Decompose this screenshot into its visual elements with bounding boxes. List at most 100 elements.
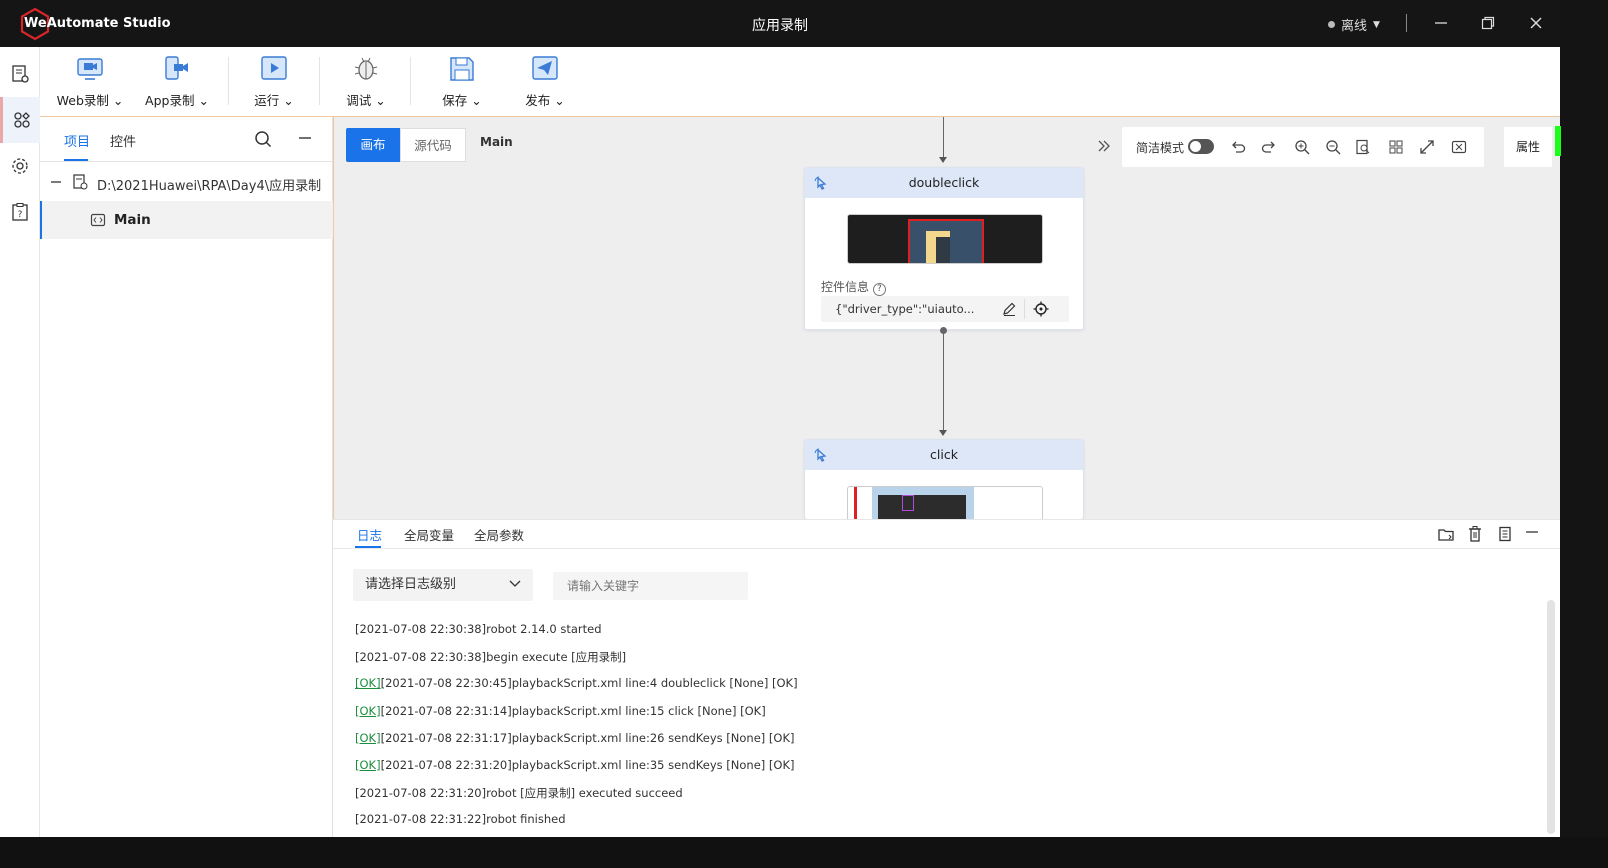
- node-title: doubleclick: [908, 175, 980, 190]
- save-button[interactable]: 保存 ⌄: [422, 53, 502, 111]
- app-record-label: App录制 ⌄: [145, 93, 209, 108]
- debug-button[interactable]: 调试 ⌄: [326, 53, 406, 111]
- node-header: click: [805, 440, 1083, 470]
- settings-nav-button[interactable]: [0, 143, 40, 189]
- debug-label: 调试 ⌄: [346, 93, 386, 108]
- save-icon: [448, 55, 476, 83]
- attributes-button[interactable]: 属性: [1504, 127, 1552, 167]
- minimize-panel-icon[interactable]: [1525, 526, 1539, 540]
- log-text: [2021-07-08 22:31:20]robot [应用录制] execut…: [355, 786, 683, 801]
- tree-item-main[interactable]: Main: [40, 201, 333, 239]
- play-icon: [260, 55, 288, 83]
- app-window: WeAutomate Studio 应用录制 离线 ▼ ? Web录制 ⌄ Ap…: [0, 0, 1560, 868]
- tab-project[interactable]: 项目: [64, 131, 90, 150]
- log-level-select[interactable]: 请选择日志级别: [353, 569, 533, 601]
- svg-text:?: ?: [18, 210, 23, 220]
- log-line: [OK][2021-07-08 22:31:17]playbackScript.…: [355, 731, 795, 745]
- trash-icon[interactable]: [1467, 525, 1483, 543]
- tree-root-node[interactable]: D:\2021Huawei\RPA\Day4\应用录制: [40, 169, 333, 199]
- publish-button[interactable]: 发布 ⌄: [505, 53, 585, 111]
- save-label: 保存 ⌄: [442, 93, 482, 108]
- toolbar-divider: [319, 57, 320, 105]
- minimize-button[interactable]: [1430, 12, 1452, 34]
- fit-view-icon[interactable]: [1353, 137, 1373, 157]
- log-level-placeholder: 请选择日志级别: [365, 577, 457, 592]
- log-scrollbar[interactable]: [1547, 600, 1555, 834]
- panel-divider: [40, 161, 333, 162]
- document-icon[interactable]: [1497, 526, 1513, 542]
- log-line: [2021-07-08 22:30:38]begin execute [应用录制…: [355, 649, 626, 665]
- keyword-search-input[interactable]: [553, 572, 748, 600]
- simple-mode-toggle[interactable]: [1188, 139, 1214, 154]
- target-crosshair-icon[interactable]: [1033, 301, 1049, 317]
- redo-icon[interactable]: [1259, 137, 1279, 157]
- undo-icon[interactable]: [1228, 137, 1248, 157]
- design-canvas[interactable]: 画布 源代码 Main 简洁模式 属性 doubleclick 控件信息 ? {…: [333, 117, 1560, 522]
- help-nav-button[interactable]: ?: [0, 189, 40, 235]
- simple-mode-label: 简洁模式: [1136, 141, 1185, 155]
- components-icon: [13, 112, 30, 128]
- desktop-edge: [1555, 0, 1608, 868]
- ok-link[interactable]: [OK]: [355, 758, 381, 772]
- canvas-toolbar: 简洁模式: [1122, 127, 1484, 167]
- edit-pencil-icon[interactable]: [1001, 301, 1017, 317]
- log-text: [2021-07-08 22:31:20]playbackScript.xml …: [380, 758, 795, 772]
- flow-node-doubleclick[interactable]: doubleclick 控件信息 ? {"driver_type":"uiaut…: [804, 167, 1084, 330]
- status-label: 离线: [1341, 19, 1368, 34]
- tab-source-code[interactable]: 源代码: [400, 128, 466, 162]
- collapse-panel-icon[interactable]: [298, 130, 312, 148]
- flow-connector: [943, 117, 944, 159]
- node-header: doubleclick: [805, 168, 1083, 198]
- chevron-down-icon: ⌄: [198, 93, 209, 108]
- layout-icon[interactable]: [1386, 137, 1406, 157]
- main-file-label: Main: [114, 212, 151, 228]
- collapse-minus-icon[interactable]: [50, 176, 62, 188]
- chevron-down-icon: [509, 578, 521, 590]
- project-panel: 项目 控件 D:\2021Huawei\RPA\Day4\应用录制 Main: [40, 117, 333, 837]
- mouse-click-icon: [813, 175, 829, 191]
- app-record-button[interactable]: App录制 ⌄: [137, 53, 217, 111]
- tab-global-parameters[interactable]: 全局参数: [474, 525, 524, 544]
- restore-button[interactable]: [1477, 12, 1499, 34]
- control-screenshot: [847, 214, 1043, 264]
- project-nav-button[interactable]: [0, 51, 40, 97]
- log-text: [2021-07-08 22:31:14]playbackScript.xml …: [380, 703, 766, 718]
- ok-link[interactable]: [OK]: [355, 731, 381, 745]
- chevron-down-icon: ⌄: [112, 93, 124, 108]
- control-info-value: {"driver_type":"uiauto...: [835, 302, 975, 316]
- log-line: [2021-07-08 22:30:38]robot 2.14.0 starte…: [355, 622, 602, 636]
- ok-link[interactable]: [OK]: [355, 676, 381, 690]
- flow-node-click[interactable]: click: [804, 439, 1084, 522]
- run-button[interactable]: 运行 ⌄: [234, 53, 314, 111]
- app-record-icon: [163, 55, 191, 83]
- tab-main-file[interactable]: Main: [480, 128, 513, 156]
- clear-canvas-icon[interactable]: [1449, 137, 1469, 157]
- log-text: [2021-07-08 22:31:17]playbackScript.xml …: [380, 730, 795, 745]
- close-button[interactable]: [1525, 12, 1547, 34]
- green-marker: [1555, 126, 1561, 156]
- web-record-button[interactable]: Web录制 ⌄: [50, 53, 130, 111]
- title-bar: WeAutomate Studio 应用录制 离线 ▼: [0, 0, 1560, 47]
- run-label: 运行 ⌄: [254, 93, 294, 108]
- ok-link[interactable]: [OK]: [355, 704, 381, 718]
- components-nav-button[interactable]: [0, 97, 40, 143]
- search-icon[interactable]: [254, 130, 272, 148]
- double-chevron-right-icon[interactable]: [1096, 138, 1112, 154]
- control-info-label: 控件信息 ?: [821, 278, 886, 296]
- gear-icon: [12, 158, 28, 174]
- clipboard-help-icon: ?: [12, 203, 28, 221]
- log-line: [OK][2021-07-08 22:31:14]playbackScript.…: [355, 704, 766, 718]
- control-info-field[interactable]: {"driver_type":"uiauto...: [821, 296, 1069, 322]
- title-divider: [1406, 14, 1407, 32]
- tab-control[interactable]: 控件: [110, 131, 136, 150]
- tab-global-variables[interactable]: 全局变量: [404, 525, 454, 544]
- log-line: [OK][2021-07-08 22:31:20]playbackScript.…: [355, 758, 795, 772]
- zoom-in-icon[interactable]: [1292, 137, 1312, 157]
- tab-log[interactable]: 日志: [357, 525, 382, 544]
- zoom-out-icon[interactable]: [1323, 137, 1343, 157]
- fullscreen-icon[interactable]: [1417, 137, 1437, 157]
- tab-canvas[interactable]: 画布: [346, 128, 400, 162]
- folder-icon[interactable]: [1437, 526, 1455, 542]
- log-line: [2021-07-08 22:31:22]robot finished: [355, 812, 566, 826]
- status-dropdown[interactable]: 离线 ▼: [1328, 15, 1380, 34]
